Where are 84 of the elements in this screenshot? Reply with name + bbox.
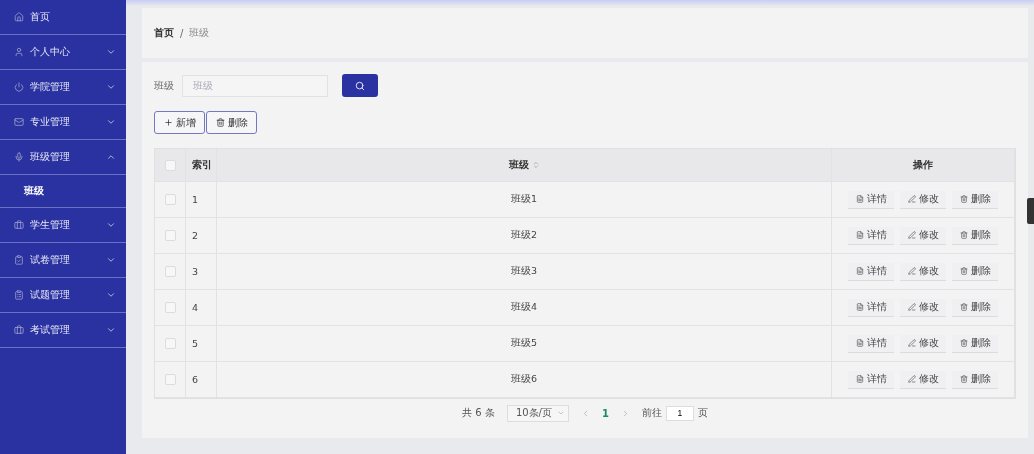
- power-icon: [14, 82, 24, 92]
- pen-icon: [907, 267, 916, 275]
- checkbox[interactable]: [164, 266, 176, 277]
- details-button[interactable]: 详情: [848, 226, 894, 245]
- table-cell: 班级4: [510, 301, 537, 314]
- briefcase-icon: [14, 325, 24, 335]
- trash-icon: [959, 267, 968, 275]
- goto-label: 前往: [641, 406, 662, 420]
- checkbox[interactable]: [164, 159, 176, 171]
- table-cell: 1: [192, 194, 199, 205]
- pen-icon: [907, 195, 916, 203]
- trash-icon: [215, 118, 225, 127]
- trash-icon: [959, 195, 968, 203]
- trash-icon: [959, 303, 968, 311]
- table-cell: 班级6: [510, 373, 537, 386]
- add-button[interactable]: 新增: [154, 111, 205, 134]
- mail-icon: [14, 117, 24, 127]
- clipboard-icon: [14, 255, 24, 265]
- document-icon: [855, 231, 864, 239]
- details-button[interactable]: 详情: [848, 298, 894, 317]
- chevron-down-icon: [106, 290, 116, 300]
- column-header[interactable]: 班级: [508, 158, 529, 172]
- plus-icon: [163, 118, 173, 127]
- breadcrumb-separator: /: [180, 27, 184, 39]
- microphone-icon: [14, 152, 24, 162]
- document-icon: [855, 195, 864, 203]
- document-icon: [855, 375, 864, 383]
- home-icon: [14, 12, 24, 22]
- checkbox[interactable]: [164, 194, 176, 205]
- trash-icon: [959, 375, 968, 383]
- details-button[interactable]: 详情: [848, 262, 894, 281]
- column-header: 索引: [192, 158, 212, 172]
- pen-icon: [907, 303, 916, 311]
- chevron-down-icon: [106, 82, 116, 92]
- trash-icon: [959, 231, 968, 239]
- chevron-down-icon: [106, 255, 116, 265]
- page-input[interactable]: 1: [665, 405, 694, 421]
- chevron-up-icon: [106, 152, 116, 162]
- delete-button[interactable]: 删除: [206, 111, 257, 134]
- table-cell: 3: [192, 266, 199, 277]
- page-size-select[interactable]: 10条/页: [506, 404, 569, 422]
- chevron-down-icon: [106, 117, 116, 127]
- search-field[interactable]: 班级: [182, 74, 328, 97]
- table-cell: 6: [192, 374, 199, 385]
- column-header: 操作: [913, 158, 933, 172]
- page-suffix: 页: [697, 406, 708, 420]
- total-count: 共 6 条: [462, 406, 495, 420]
- table-cell: 班级5: [510, 337, 537, 350]
- search-button[interactable]: [342, 74, 378, 97]
- table-cell: 班级2: [510, 229, 537, 242]
- trash-icon: [959, 339, 968, 347]
- chevron-down-icon: [106, 325, 116, 335]
- table-cell: 2: [192, 230, 199, 241]
- details-button[interactable]: 详情: [848, 334, 894, 353]
- breadcrumb-item: 班级: [189, 26, 210, 40]
- checkbox[interactable]: [164, 374, 176, 385]
- document-icon: [855, 339, 864, 347]
- chevron-down-icon: [556, 409, 565, 417]
- drawer-handle[interactable]: [1027, 198, 1034, 224]
- document-icon: [855, 267, 864, 275]
- checkbox[interactable]: [164, 338, 176, 349]
- pen-icon: [907, 375, 916, 383]
- user-icon: [14, 47, 24, 57]
- pen-icon: [907, 231, 916, 239]
- pen-icon: [907, 339, 916, 347]
- checkbox[interactable]: [164, 230, 176, 241]
- document-icon: [855, 303, 864, 311]
- submenu-item[interactable]: 班级: [0, 175, 126, 207]
- chevron-down-icon: [106, 220, 116, 230]
- search-icon: [355, 80, 365, 91]
- table-cell: 班级1: [510, 193, 537, 206]
- table-cell: 4: [192, 302, 199, 313]
- page-number[interactable]: 1: [601, 407, 609, 419]
- breadcrumb-item[interactable]: 首页: [154, 26, 174, 40]
- details-button[interactable]: 详情: [848, 190, 894, 209]
- search-label: 班级: [154, 78, 174, 93]
- table-cell: 5: [192, 338, 199, 349]
- chevron-down-icon: [106, 47, 116, 57]
- checkbox[interactable]: [164, 302, 176, 313]
- table-cell: 班级3: [510, 265, 537, 278]
- briefcase-icon: [14, 220, 24, 230]
- sort-icon[interactable]: [531, 161, 540, 169]
- clipboard-icon: [14, 290, 24, 300]
- details-button[interactable]: 详情: [848, 370, 894, 389]
